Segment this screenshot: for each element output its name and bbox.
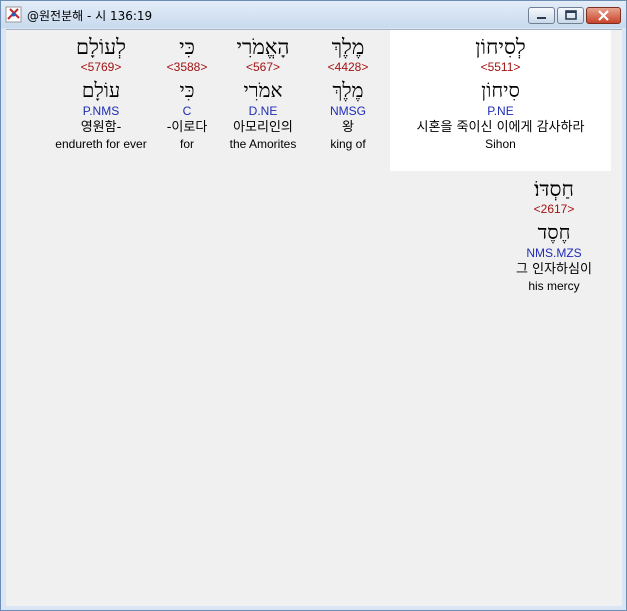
korean-gloss: 그 인자하심이 <box>516 262 592 277</box>
minimize-button[interactable] <box>528 7 555 24</box>
lemma: כִּי <box>179 78 195 102</box>
english-gloss: the Amorites <box>229 137 297 151</box>
korean-gloss: 아모리인의 <box>233 120 293 135</box>
morphology: NMS.MZS <box>526 246 582 260</box>
word-column[interactable]: חַסְדּוֹ׃ <2617> חֶסֶד NMS.MZS 그 인자하심이 h… <box>496 176 612 293</box>
strong-number[interactable]: <3588> <box>157 60 217 74</box>
hebrew-word: לְעוֹלָם <box>75 35 126 59</box>
strong-number[interactable]: <5511> <box>392 60 609 74</box>
word-column[interactable]: כִּי <3588> כִּי C -이로다 for <box>157 34 217 151</box>
morphology: C <box>182 104 192 118</box>
korean-gloss: 영원함- <box>80 120 122 135</box>
word-column[interactable]: מֶלֶךְ <4428> מֶלֶךְ NMSG 왕 king of <box>313 34 383 151</box>
morphology: P.NMS <box>82 104 120 118</box>
english-gloss: Sihon <box>485 137 516 151</box>
maximize-button[interactable] <box>557 7 584 24</box>
app-window: @원전분해 - 시 136:19 לְעוֹלָם <5769> עוֹלָם … <box>0 0 627 611</box>
word-column-selected[interactable]: לְסִיחוֹן <5511> סִיחוֹן P.NE 시혼을 죽이신 이에… <box>392 34 609 151</box>
morphology: D.NE <box>248 104 278 118</box>
english-gloss: for <box>179 137 194 151</box>
lemma: סִיחוֹן <box>481 78 520 102</box>
lemma: אמֹרִי <box>243 78 283 102</box>
korean-gloss: 왕 <box>342 120 354 135</box>
analysis-pane: לְעוֹלָם <5769> עוֹלָם P.NMS 영원함- endure… <box>6 29 622 606</box>
morphology: P.NE <box>487 104 514 118</box>
english-gloss: his mercy <box>528 279 580 293</box>
strong-number[interactable]: <4428> <box>313 60 383 74</box>
hebrew-word: מֶלֶךְ <box>331 35 365 59</box>
lemma: מֶלֶךְ <box>332 78 364 102</box>
korean-gloss: -이로다 <box>166 120 208 135</box>
strong-number[interactable]: <567> <box>220 60 306 74</box>
word-column[interactable]: לְעוֹלָם <5769> עוֹלָם P.NMS 영원함- endure… <box>47 34 155 151</box>
lemma: חֶסֶד <box>537 220 571 244</box>
hebrew-word: לְסִיחוֹן <box>475 35 526 59</box>
strong-number[interactable]: <5769> <box>47 60 155 74</box>
hebrew-word: חַסְדּוֹ׃ <box>534 177 574 201</box>
korean-gloss: 시혼을 죽이신 이에게 감사하라 <box>416 120 585 135</box>
window-title: @원전분해 - 시 136:19 <box>27 9 153 23</box>
maximize-icon <box>565 10 577 20</box>
hebrew-word: הָאֱמֹרִי <box>236 35 290 59</box>
english-gloss: endureth for ever <box>55 137 147 151</box>
app-icon <box>5 6 22 23</box>
strong-number[interactable]: <2617> <box>496 202 612 216</box>
lemma: עוֹלָם <box>81 78 121 102</box>
minimize-icon <box>537 17 546 19</box>
morphology: NMSG <box>330 104 366 118</box>
title-bar[interactable]: @원전분해 - 시 136:19 <box>1 1 626 28</box>
close-button[interactable] <box>586 7 621 24</box>
word-column[interactable]: הָאֱמֹרִי <567> אמֹרִי D.NE 아모리인의 the Am… <box>220 34 306 151</box>
english-gloss: king of <box>330 137 366 151</box>
close-icon <box>598 10 609 21</box>
hebrew-word: כִּי <box>179 35 195 59</box>
